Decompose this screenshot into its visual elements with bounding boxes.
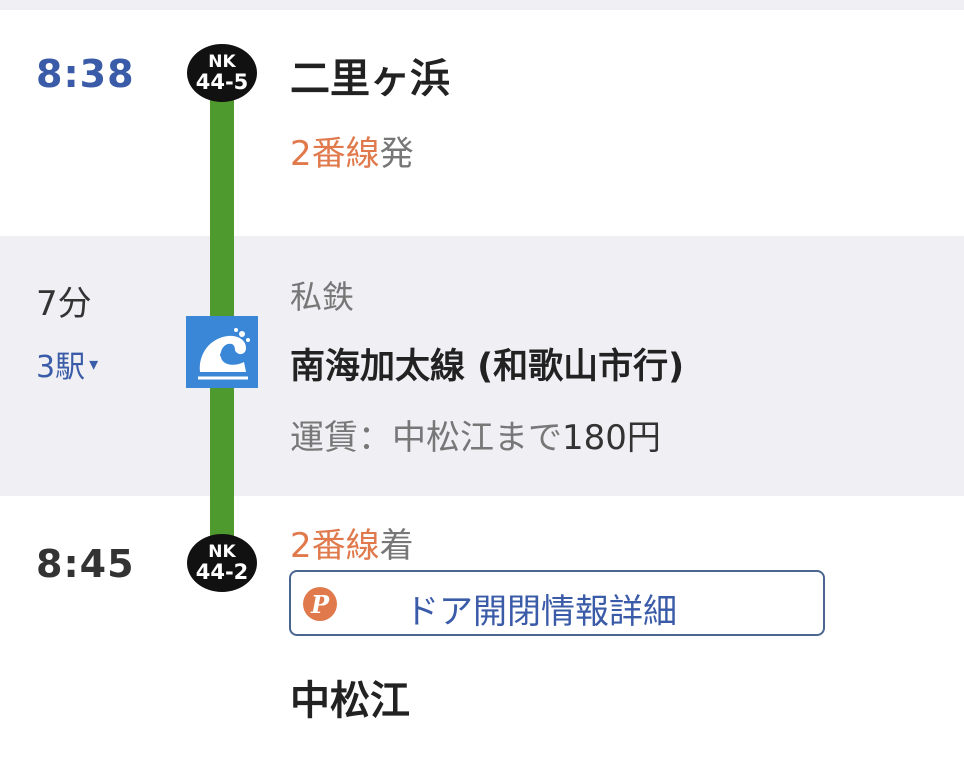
arrival-platform-action: 着 bbox=[379, 526, 414, 566]
departure-platform-label: 2番線 bbox=[290, 134, 380, 174]
fare-label: 運賃：中松江まで bbox=[290, 418, 562, 458]
fare-info: 運賃：中松江まで180円 bbox=[290, 410, 661, 459]
stops-count: 3駅 bbox=[36, 350, 86, 385]
departure-platform-action: 発 bbox=[379, 134, 414, 174]
top-divider bbox=[0, 0, 964, 10]
wave-icon bbox=[186, 316, 258, 388]
stops-toggle[interactable]: 3駅 ▾ bbox=[36, 342, 98, 386]
arrival-platform: 2番線着 bbox=[290, 518, 414, 567]
departure-code-number: 44-5 bbox=[195, 69, 249, 94]
departure-code-line: NK bbox=[208, 51, 236, 72]
premium-p-icon: P bbox=[303, 587, 337, 621]
line-name[interactable]: 南海加太線 (和歌山市行) bbox=[290, 338, 684, 389]
departure-platform: 2番線発 bbox=[290, 126, 414, 175]
arrival-station-name[interactable]: 中松江 bbox=[290, 668, 410, 726]
arrival-time: 8:45 bbox=[36, 542, 135, 586]
ride-duration: 7分 bbox=[36, 284, 92, 324]
departure-station-name[interactable]: 二里ヶ浜 bbox=[290, 46, 450, 104]
arrival-station-code-badge: NK 44-2 bbox=[187, 534, 257, 592]
arrival-platform-label: 2番線 bbox=[290, 526, 380, 566]
caret-down-icon: ▾ bbox=[89, 353, 99, 375]
door-info-button[interactable]: P ドア開閉情報詳細 bbox=[289, 570, 825, 636]
door-info-label: ドア開閉情報詳細 bbox=[405, 592, 677, 632]
departure-time: 8:38 bbox=[36, 52, 135, 96]
arrival-code-number: 44-2 bbox=[195, 559, 249, 584]
fare-amount: 180円 bbox=[562, 418, 661, 458]
departure-station-code-badge: NK 44-5 bbox=[187, 44, 257, 102]
rail-type: 私鉄 bbox=[290, 278, 355, 316]
arrival-code-line: NK bbox=[208, 541, 236, 562]
